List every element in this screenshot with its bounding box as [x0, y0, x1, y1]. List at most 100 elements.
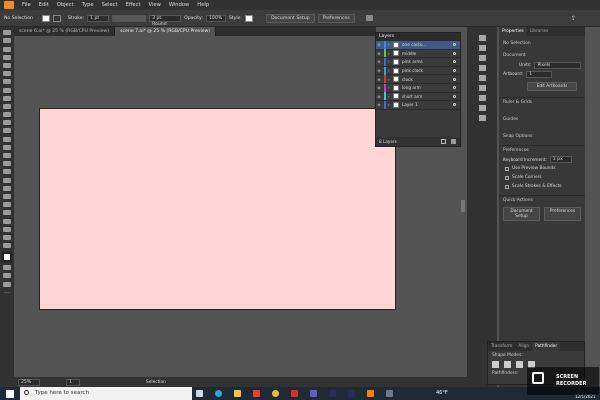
chrome-icon[interactable] [272, 390, 279, 397]
swatches-icon[interactable] [478, 65, 486, 71]
tab-scene-7[interactable]: scene 7.ai* @ 25 % (RGB/CPU Preview) [115, 27, 217, 36]
intersect-icon[interactable] [516, 361, 523, 368]
target-icon[interactable] [453, 94, 456, 98]
hand-tool-icon[interactable] [3, 234, 11, 240]
paintbrush-tool-icon[interactable] [3, 95, 11, 101]
transparency-icon[interactable] [478, 115, 486, 121]
layer-row[interactable]: ◉ › middle [376, 49, 460, 59]
artboard-nav-field[interactable]: 1 [66, 378, 80, 386]
delete-layer-icon[interactable] [451, 139, 456, 144]
zoom-field[interactable]: 25% [18, 378, 40, 386]
fill-stroke-swatch[interactable] [2, 252, 12, 263]
stroke-swatch[interactable] [52, 14, 61, 22]
menu-edit[interactable]: Edit [35, 2, 53, 8]
temperature[interactable]: 46°F [436, 390, 448, 396]
tab-transform[interactable]: Transform [488, 342, 515, 351]
perspective-grid-tool-icon[interactable] [3, 161, 11, 167]
menu-help[interactable]: Help [193, 2, 213, 8]
layer-row[interactable]: ◉ › long arm [376, 83, 460, 93]
selection-tool-icon[interactable] [3, 30, 11, 36]
visibility-icon[interactable]: ◉ [376, 42, 382, 47]
eraser-tool-icon[interactable] [3, 112, 11, 118]
target-icon[interactable] [453, 69, 456, 73]
minus-front-icon[interactable] [504, 361, 511, 368]
menu-object[interactable]: Object [53, 2, 78, 8]
more-tools-icon[interactable]: ··· [0, 290, 14, 297]
menu-effect[interactable]: Effect [122, 2, 145, 8]
gradient-icon[interactable] [478, 105, 486, 111]
teams-icon[interactable] [310, 390, 317, 397]
visibility-icon[interactable]: ◉ [376, 94, 382, 99]
preferences-button[interactable]: Preferences [317, 13, 355, 23]
line-tool-icon[interactable] [3, 79, 11, 85]
rotate-tool-icon[interactable] [3, 120, 11, 126]
layers-icon[interactable] [478, 45, 486, 51]
menu-view[interactable]: View [145, 2, 165, 8]
premiere-icon[interactable] [348, 390, 355, 397]
color-mode-icon[interactable] [3, 265, 11, 271]
pencil-tool-icon[interactable] [3, 103, 11, 109]
target-icon[interactable] [453, 103, 456, 107]
menu-select[interactable]: Select [98, 2, 122, 8]
layer-name[interactable]: middle [402, 51, 453, 56]
share-icon[interactable]: ⇪ [571, 15, 576, 22]
units-dropdown[interactable]: Pixels [534, 62, 581, 69]
edge-icon[interactable] [215, 390, 222, 397]
office-icon[interactable] [253, 390, 260, 397]
target-icon[interactable] [453, 51, 456, 55]
appearance-icon[interactable] [478, 55, 486, 61]
visibility-icon[interactable]: ◉ [376, 85, 382, 90]
style-swatch[interactable] [245, 14, 254, 22]
taskbar-search[interactable]: Type here to search [20, 387, 192, 400]
tab-pathfinder[interactable]: Pathfinder [532, 342, 561, 351]
illustrator-icon[interactable] [367, 390, 374, 397]
artboard-dropdown[interactable]: 1 [526, 71, 553, 78]
layer-row[interactable]: ◉ › one cactu... [376, 40, 460, 50]
scale-strokes-effects-checkbox[interactable]: Scale Strokes & Effects [499, 182, 585, 191]
draw-mode-icon[interactable] [3, 273, 11, 279]
visibility-icon[interactable]: ◉ [376, 68, 382, 73]
after-effects-icon[interactable] [329, 390, 336, 397]
visibility-icon[interactable]: ◉ [376, 59, 382, 64]
quick-preferences-button[interactable]: Preferences [544, 207, 581, 221]
target-icon[interactable] [453, 86, 456, 90]
menu-window[interactable]: Window [165, 2, 193, 8]
slice-tool-icon[interactable] [3, 226, 11, 232]
use-preview-bounds-checkbox[interactable]: Use Preview Bounds [499, 164, 585, 173]
document-setup-button[interactable]: Document Setup [266, 13, 315, 23]
brushes-icon[interactable] [478, 75, 486, 81]
keyboard-increment-field[interactable]: 1 px [549, 156, 572, 163]
task-view-icon[interactable] [196, 390, 203, 397]
scale-corners-checkbox[interactable]: Scale Corners [499, 173, 585, 182]
layer-row[interactable]: ◉ › Layer 1 [376, 100, 460, 110]
type-tool-icon[interactable] [3, 71, 11, 77]
vertical-scrollbar[interactable] [461, 200, 465, 212]
tab-align[interactable]: Align [515, 342, 532, 351]
app-logo[interactable] [4, 1, 14, 9]
layer-name[interactable]: clock [402, 77, 453, 82]
gradient-tool-icon[interactable] [3, 177, 11, 183]
menu-type[interactable]: Type [78, 2, 98, 8]
layer-name[interactable]: Layer 1 [402, 102, 453, 107]
opacity-field[interactable]: 100% [205, 14, 226, 22]
column-graph-tool-icon[interactable] [3, 210, 11, 216]
artboard[interactable] [39, 108, 396, 310]
layer-name[interactable]: one cactu... [402, 42, 453, 47]
layer-row[interactable]: ◉ › clock [376, 75, 460, 84]
edit-artboards-button[interactable]: Edit Artboards [527, 82, 577, 91]
layer-name[interactable]: long arm [402, 85, 453, 90]
visibility-icon[interactable]: ◉ [376, 51, 382, 56]
fill-swatch[interactable] [41, 14, 50, 22]
magic-wand-tool-icon[interactable] [3, 46, 11, 52]
file-explorer-icon[interactable] [234, 390, 241, 397]
app-icon[interactable] [386, 390, 393, 397]
artboard-tool-icon[interactable] [3, 218, 11, 224]
quick-document-setup-button[interactable]: Document Setup [503, 207, 540, 221]
zoom-tool-icon[interactable] [3, 243, 11, 249]
menu-file[interactable]: File [18, 2, 35, 8]
symbol-sprayer-tool-icon[interactable] [3, 202, 11, 208]
scale-tool-icon[interactable] [3, 128, 11, 134]
layer-row[interactable]: ◉ › short arm [376, 92, 460, 102]
rectangle-tool-icon[interactable] [3, 87, 11, 93]
mesh-tool-icon[interactable] [3, 169, 11, 175]
